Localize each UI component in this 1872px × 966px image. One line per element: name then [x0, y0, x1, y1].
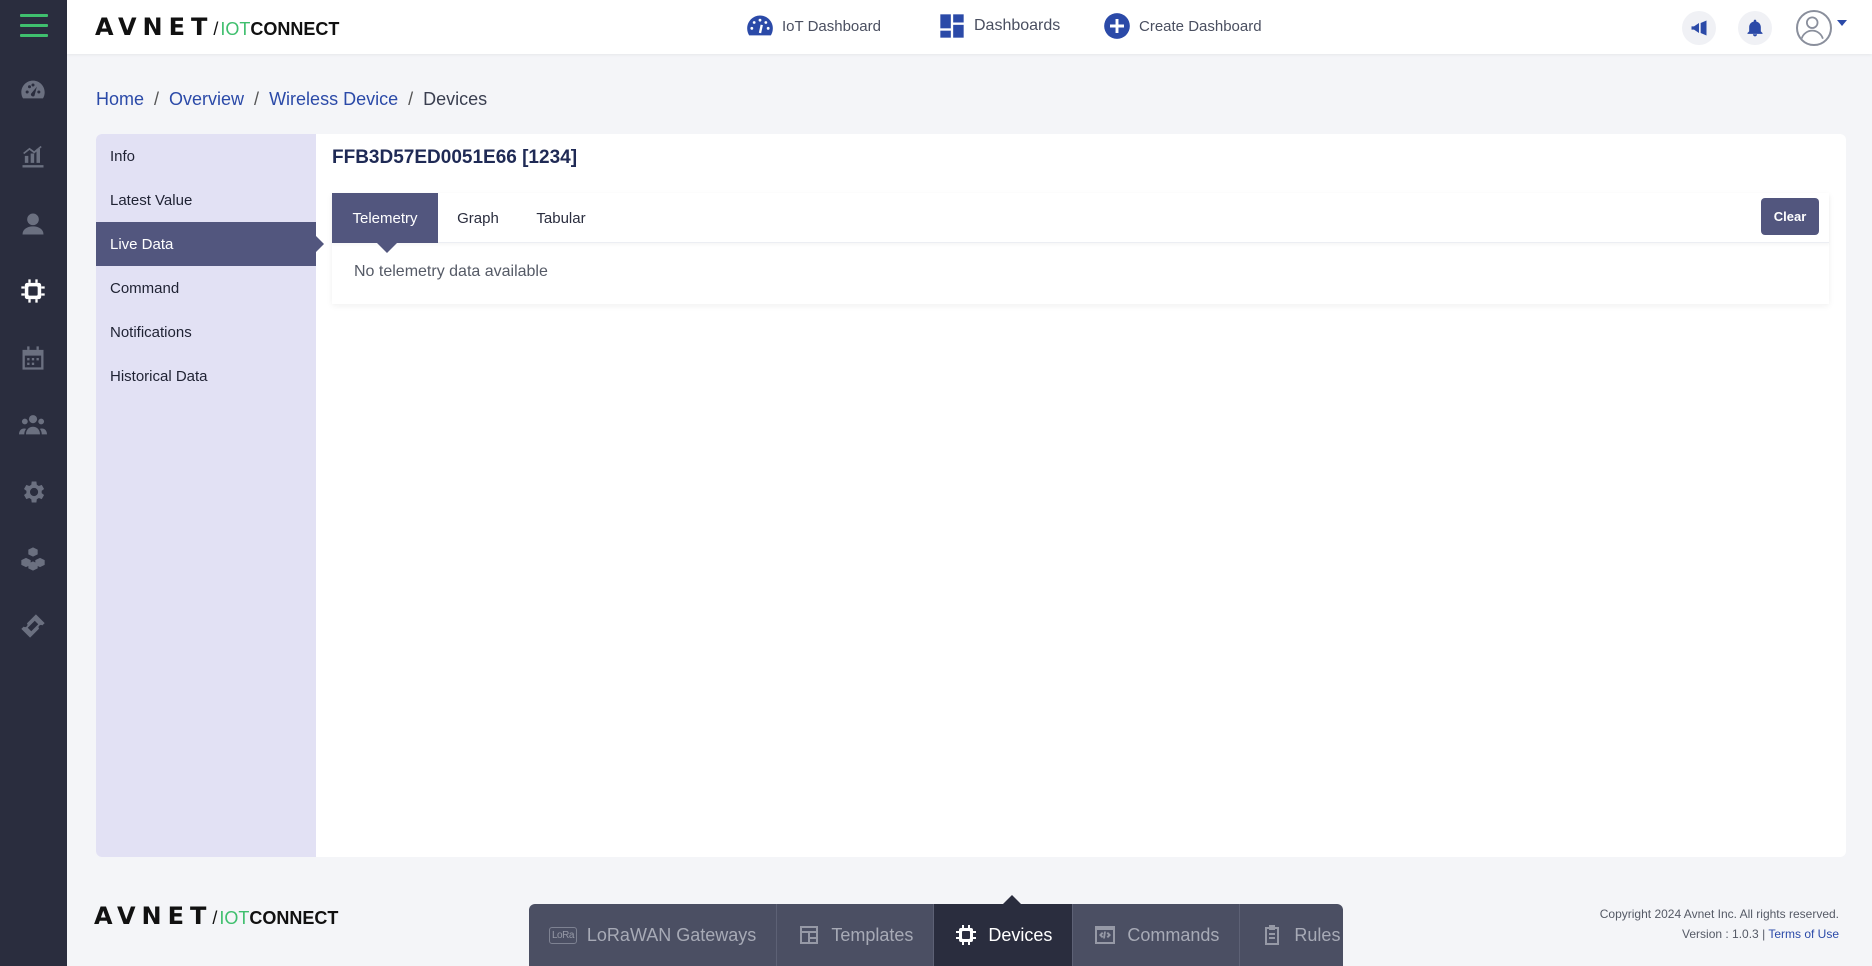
side-menu-latest-value[interactable]: Latest Value [96, 178, 316, 222]
bottom-nav-label: Devices [988, 924, 1053, 945]
bottom-nav-devices[interactable]: Devices [934, 895, 1074, 966]
analytics-chart-icon[interactable] [16, 140, 50, 174]
footer-logo: AVNET / IOT CONNECT [94, 902, 339, 930]
side-menu-notifications[interactable]: Notifications [96, 310, 316, 354]
tab-graph[interactable]: Graph [438, 193, 518, 243]
breadcrumb-wireless-device[interactable]: Wireless Device [269, 89, 398, 110]
user-avatar-icon[interactable] [1796, 10, 1832, 46]
ticket-icon[interactable] [16, 609, 50, 643]
breadcrumb-home[interactable]: Home [96, 89, 144, 110]
live-data-panel: Telemetry Graph Tabular Clear No telemet… [332, 193, 1829, 304]
device-title: FFB3D57ED0051E66 [1234] [332, 147, 578, 168]
bottom-quick-nav: LoRa LoRaWAN Gateways Templates Devices … [529, 895, 1343, 966]
code-window-icon [1095, 926, 1116, 944]
bottom-nav-label: Commands [1127, 924, 1220, 945]
breadcrumb-separator: / [408, 89, 414, 109]
notification-bell-icon[interactable] [1738, 11, 1772, 45]
dashboard-grid-icon [940, 14, 964, 38]
breadcrumb-overview[interactable]: Overview [169, 89, 244, 110]
cubes-icon[interactable] [16, 542, 50, 576]
create-dashboard-link[interactable]: Create Dashboard [1103, 12, 1262, 40]
template-icon [800, 926, 819, 944]
bottom-nav-rules[interactable]: Rules [1240, 904, 1360, 966]
clipboard-icon [1265, 925, 1280, 945]
tab-bar: Telemetry Graph Tabular Clear [332, 193, 1829, 253]
tab-telemetry[interactable]: Telemetry [332, 193, 438, 253]
speedometer-icon [747, 15, 773, 36]
iot-dashboard-link[interactable]: IoT Dashboard [746, 12, 881, 40]
bottom-nav-commands[interactable]: Commands [1073, 904, 1241, 966]
bottom-nav-lorawan-gateways[interactable]: LoRa LoRaWAN Gateways [529, 904, 778, 966]
bottom-nav-templates[interactable]: Templates [777, 904, 935, 966]
gauge-dashboard-icon[interactable] [16, 73, 50, 107]
version-line: Version : 1.0.3 | Terms of Use [1600, 924, 1839, 944]
device-side-menu: Info Latest Value Live Data Command Noti… [96, 134, 324, 857]
top-header: AVNET / IOT CONNECT IoT Dashboard Dashbo… [67, 0, 1872, 54]
hamburger-menu-icon[interactable] [20, 14, 48, 40]
lora-icon: LoRa [549, 926, 577, 944]
side-menu-live-data[interactable]: Live Data [96, 222, 324, 266]
breadcrumb-separator: / [154, 89, 160, 109]
calendar-icon[interactable] [16, 341, 50, 375]
chevron-down-icon[interactable] [1837, 20, 1847, 26]
bottom-nav-label: LoRaWAN Gateways [586, 924, 757, 945]
plus-circle-icon [1104, 13, 1130, 39]
avnet-iotconnect-logo[interactable]: AVNET / IOT CONNECT [95, 13, 339, 41]
empty-state-message: No telemetry data available [354, 263, 548, 280]
breadcrumb-separator: / [254, 89, 260, 109]
dashboards-link[interactable]: Dashboards [938, 12, 1060, 40]
device-chip-icon[interactable] [16, 274, 50, 308]
breadcrumb-current: Devices [423, 89, 488, 109]
bottom-nav-label: Templates [831, 924, 914, 945]
user-icon[interactable] [16, 207, 50, 241]
breadcrumb: Home / Overview / Wireless Device / Devi… [96, 89, 487, 110]
users-group-icon[interactable] [16, 408, 50, 442]
settings-gear-icon[interactable] [16, 475, 50, 509]
clear-button[interactable]: Clear [1761, 198, 1819, 235]
bottom-nav-label: Rules [1294, 924, 1341, 945]
device-detail-card: Info Latest Value Live Data Command Noti… [96, 134, 1846, 857]
dashboards-label: Dashboards [974, 17, 1061, 34]
copyright-text: Copyright 2024 Avnet Inc. All rights res… [1599, 907, 1839, 921]
side-menu-command[interactable]: Command [96, 266, 316, 310]
left-rail [0, 0, 67, 966]
terms-of-use-link[interactable]: Terms of Use [1768, 927, 1839, 941]
megaphone-icon[interactable] [1682, 11, 1716, 45]
iot-dashboard-label: IoT Dashboard [782, 17, 881, 35]
side-menu-info[interactable]: Info [96, 134, 316, 178]
create-dashboard-label: Create Dashboard [1139, 17, 1262, 35]
version-text: Version : 1.0.3 | [1682, 927, 1766, 941]
chip-icon [956, 925, 977, 945]
tab-tabular[interactable]: Tabular [518, 193, 604, 243]
copyright-block: Copyright 2024 Avnet Inc. All rights res… [1600, 904, 1839, 944]
side-menu-historical-data[interactable]: Historical Data [96, 354, 316, 398]
